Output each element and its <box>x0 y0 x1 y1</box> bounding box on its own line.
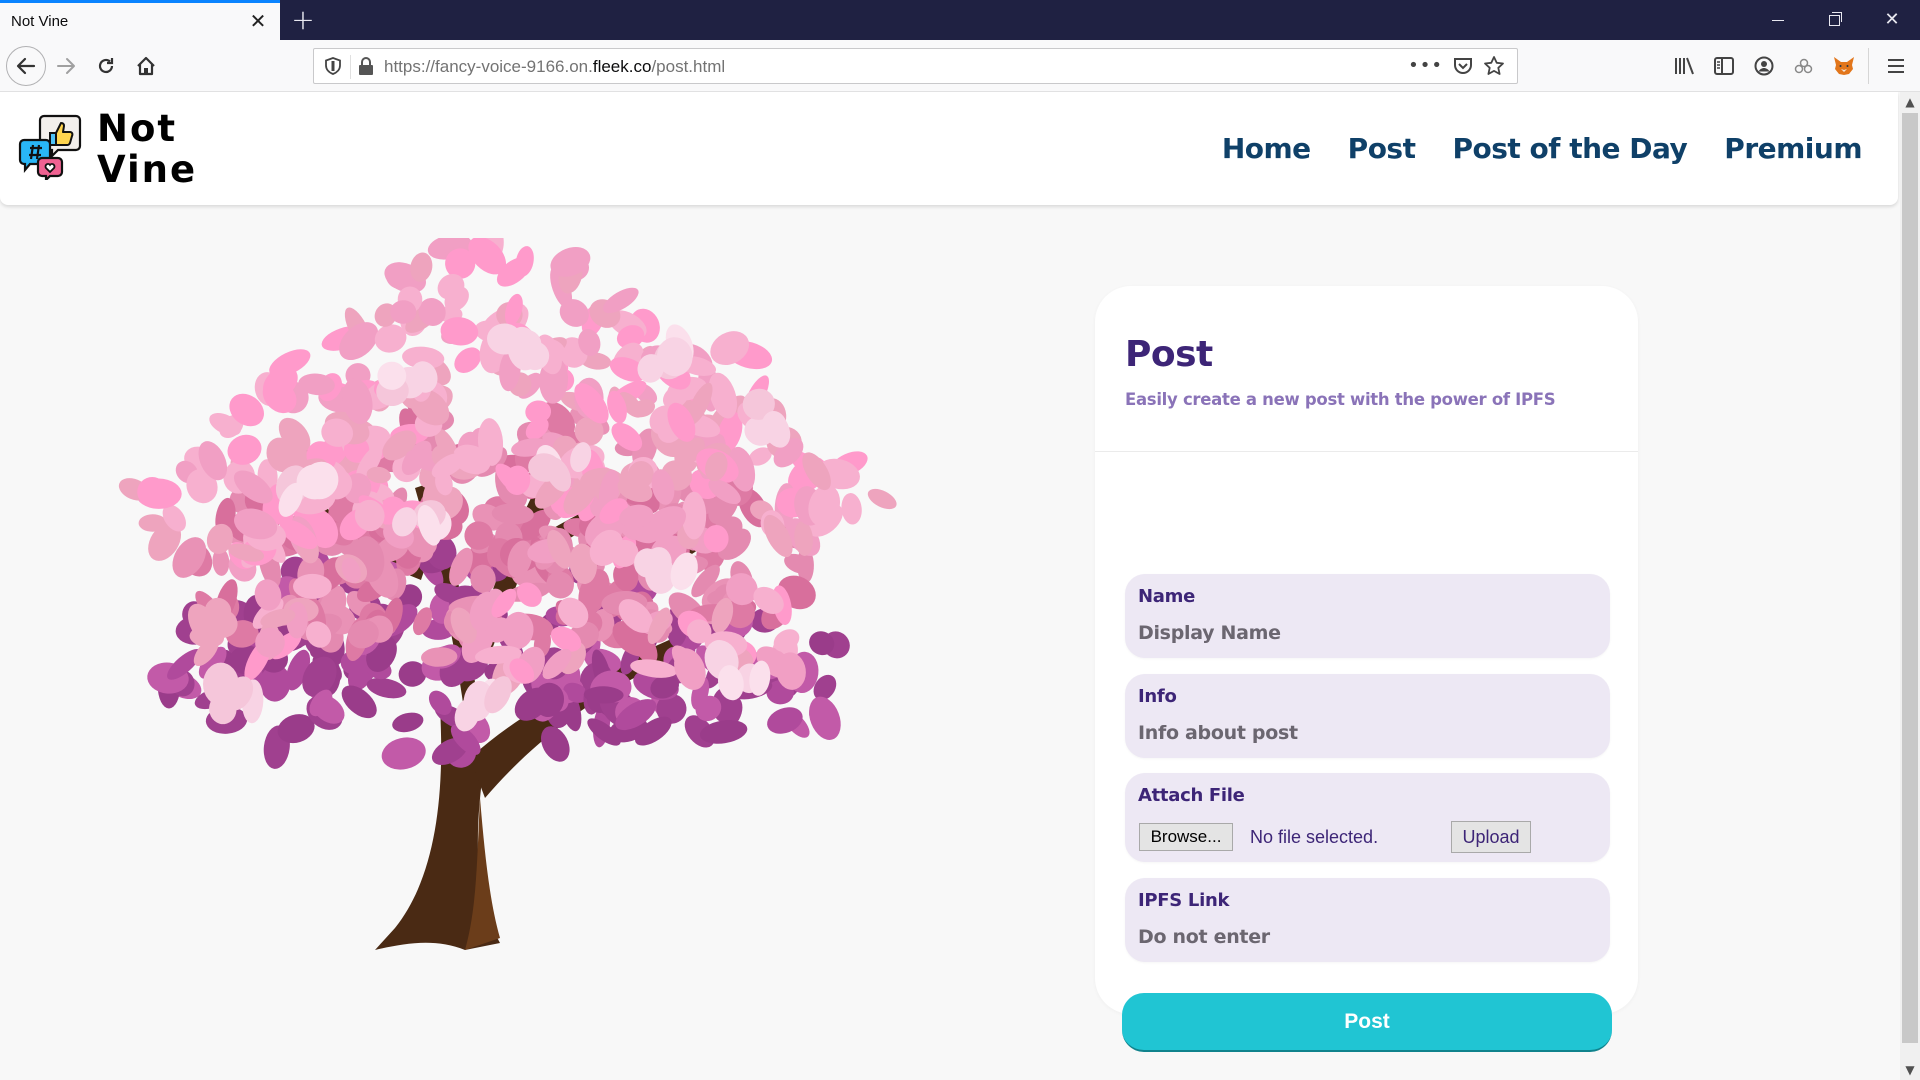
bookmark-star-icon[interactable] <box>1483 55 1505 77</box>
tree-foliage <box>118 238 897 770</box>
ipfs-link-input[interactable] <box>1138 926 1588 948</box>
back-button[interactable] <box>6 46 46 86</box>
browse-file-button[interactable]: Browse... <box>1139 823 1233 851</box>
lock-icon[interactable] <box>358 57 374 75</box>
home-button[interactable] <box>128 48 164 84</box>
arrow-left-icon <box>16 57 36 75</box>
url-bar[interactable]: https://fancy-voice-9166.on.fleek.co/pos… <box>313 48 1518 84</box>
blossom-petal <box>392 712 424 733</box>
nav-home[interactable]: Home <box>1222 132 1311 165</box>
blossom-petal <box>293 573 332 599</box>
arrow-right-icon <box>57 58 75 74</box>
reload-icon <box>98 58 114 74</box>
form-title: Post <box>1125 334 1213 375</box>
toolbar-divider <box>1868 48 1869 84</box>
url-path: /post.html <box>651 57 726 76</box>
metamask-fox-icon <box>1834 57 1854 75</box>
tracking-shield-icon[interactable] <box>324 57 342 75</box>
logo-line-1: Not <box>97 107 178 150</box>
library-icon <box>1675 57 1694 75</box>
form-subtitle: Easily create a new post with the power … <box>1125 390 1556 409</box>
hamburger-menu-icon <box>1888 59 1904 73</box>
page-actions-icon[interactable]: ••• <box>1408 55 1443 76</box>
scroll-up-arrow-icon[interactable]: ▲ <box>1900 92 1920 112</box>
cherry-blossom-tree-illustration <box>118 238 897 950</box>
minimize-icon <box>1772 19 1784 21</box>
home-icon <box>137 56 155 76</box>
browser-tab-bar: Not Vine ✕ + ✕ <box>0 0 1920 40</box>
url-text[interactable]: https://fancy-voice-9166.on.fleek.co/pos… <box>384 57 725 77</box>
attach-file-label: Attach File <box>1138 785 1245 806</box>
nav-post[interactable]: Post <box>1348 132 1416 165</box>
site-header: Not Vine Home Post Post of the Day Premi… <box>0 92 1898 205</box>
forward-button[interactable] <box>48 48 84 84</box>
sidebar-icon <box>1714 57 1734 75</box>
logo-line-2: Vine <box>97 148 198 191</box>
name-field: Name <box>1125 574 1610 658</box>
ipfs-link-label: IPFS Link <box>1138 890 1230 911</box>
blossom-petal <box>867 488 897 510</box>
page-viewport: Not Vine Home Post Post of the Day Premi… <box>0 92 1900 1080</box>
scroll-down-arrow-icon[interactable]: ▼ <box>1900 1060 1920 1080</box>
tab-title: Not Vine <box>11 13 69 30</box>
ipfs-link-field: IPFS Link <box>1125 878 1610 962</box>
account-icon <box>1754 56 1774 76</box>
menu-button[interactable] <box>1880 50 1912 82</box>
info-field: Info <box>1125 674 1610 758</box>
extension-button[interactable] <box>1788 50 1820 82</box>
scrollbar-thumb[interactable] <box>1902 113 1918 1043</box>
logo-icon[interactable] <box>18 114 82 180</box>
form-divider <box>1095 451 1638 452</box>
metamask-button[interactable] <box>1828 50 1860 82</box>
blossom-petal <box>841 493 862 525</box>
name-label: Name <box>1138 586 1195 607</box>
reload-button[interactable] <box>88 48 124 84</box>
site-logo-text[interactable]: Not Vine <box>97 108 197 190</box>
url-separator <box>350 55 351 79</box>
window-restore-button[interactable] <box>1806 0 1862 40</box>
sidebar-button[interactable] <box>1708 50 1740 82</box>
account-button[interactable] <box>1748 50 1780 82</box>
info-input[interactable] <box>1138 722 1588 744</box>
post-form-card: Post Easily create a new post with the p… <box>1095 286 1638 1052</box>
new-tab-button[interactable]: + <box>288 4 318 36</box>
library-button[interactable] <box>1668 50 1700 82</box>
post-submit-button[interactable]: Post <box>1122 993 1612 1052</box>
nav-post-of-the-day[interactable]: Post of the Day <box>1452 132 1687 165</box>
browser-tab-active[interactable]: Not Vine ✕ <box>0 0 280 40</box>
info-label: Info <box>1138 686 1177 707</box>
blossom-petal <box>809 696 841 740</box>
main-nav: Home Post Post of the Day Premium <box>1185 132 1863 165</box>
blossom-petal <box>381 737 426 770</box>
url-prefix: https://fancy-voice-9166.on. <box>384 57 593 76</box>
tab-close-icon[interactable]: ✕ <box>248 10 268 32</box>
url-host: fleek.co <box>592 57 652 76</box>
page-scrollbar[interactable]: ▲ ▼ <box>1900 92 1920 1080</box>
extension-cloud-icon <box>1794 58 1813 74</box>
attach-file-field: Attach File Browse... No file selected. … <box>1125 773 1610 862</box>
restore-icon <box>1828 11 1842 26</box>
window-minimize-button[interactable] <box>1750 0 1806 40</box>
file-status-text: No file selected. <box>1250 827 1379 847</box>
window-close-button[interactable]: ✕ <box>1864 0 1920 40</box>
upload-button[interactable]: Upload <box>1451 821 1531 853</box>
pocket-icon[interactable] <box>1453 56 1473 76</box>
name-input[interactable] <box>1138 622 1588 644</box>
nav-premium[interactable]: Premium <box>1724 132 1862 165</box>
browser-toolbar: https://fancy-voice-9166.on.fleek.co/pos… <box>0 40 1920 92</box>
